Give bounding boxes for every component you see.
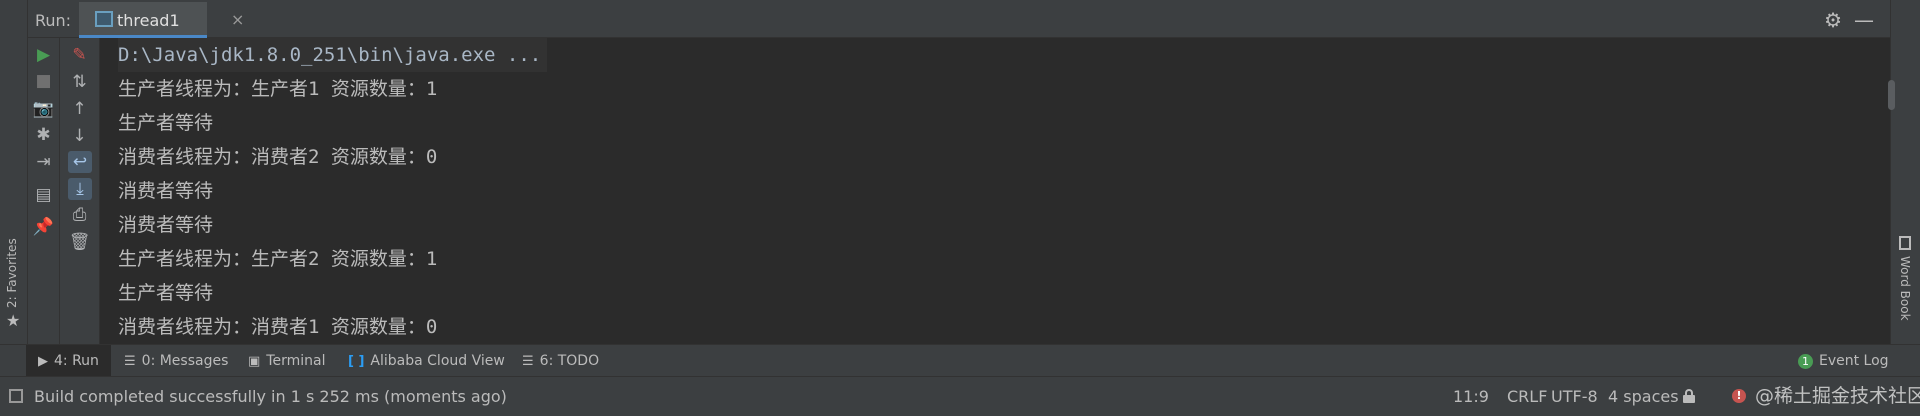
console-line: 消费者等待 xyxy=(118,180,214,202)
console-line: 生产者等待 xyxy=(118,112,214,134)
layout-icon[interactable]: ▤ xyxy=(28,184,59,206)
tool-tab-label: 6: TODO xyxy=(539,353,600,369)
minimize-icon[interactable]: — xyxy=(1854,8,1874,32)
favorites-tab[interactable]: 2: Favorites ★ xyxy=(3,236,25,330)
console-line: D:\Java\jdk1.8.0_251\bin\java.exe ... xyxy=(118,38,548,72)
play-icon: ▶ xyxy=(38,354,48,369)
console-output[interactable]: D:\Java\jdk1.8.0_251\bin\java.exe ... 生产… xyxy=(100,38,1895,344)
sort-icon[interactable]: ⇅ xyxy=(60,71,99,93)
run-label: Run: xyxy=(35,11,72,30)
word-book-tab[interactable]: Word Book xyxy=(1894,236,1916,332)
run-tab-label: thread1 xyxy=(117,11,180,30)
scroll-to-end-icon[interactable]: ⤓ xyxy=(68,178,92,200)
event-log-badge-icon: 1 xyxy=(1798,354,1813,369)
tool-tab-event-log[interactable]: 1 Event Log xyxy=(1798,345,1889,377)
clear-icon[interactable]: ✎ xyxy=(60,44,99,66)
run-window-header: Run: thread1 × ⚙ — xyxy=(28,0,1890,38)
terminal-icon: ▣ xyxy=(248,354,261,369)
favorites-label: 2: Favorites xyxy=(5,238,19,308)
right-tool-strip: Word Book xyxy=(1890,0,1920,344)
line-separator[interactable]: CRLF xyxy=(1507,387,1547,406)
alibaba-cloud-icon: [ ] xyxy=(348,354,365,369)
console-line: 消费者等待 xyxy=(118,214,214,236)
trash-icon[interactable]: 🗑 xyxy=(60,231,99,253)
pin-icon[interactable]: 📌 xyxy=(28,216,59,238)
error-icon[interactable]: ! xyxy=(1732,389,1746,403)
console-line: 生产者线程为：生产者2 资源数量：1 xyxy=(118,248,438,270)
run-toolbar-secondary: ✎ ⇅ ↑ ↓ ↩ ⤓ ⎙ 🗑 xyxy=(60,38,100,344)
status-message[interactable]: Build completed successfully in 1 s 252 … xyxy=(34,387,507,406)
stop-icon[interactable]: ■ xyxy=(28,70,59,92)
down-arrow-icon[interactable]: ↓ xyxy=(60,125,99,147)
tool-tab-label: 4: Run xyxy=(54,353,99,369)
caret-position[interactable]: 11:9 xyxy=(1453,387,1489,406)
console-line: 生产者等待 xyxy=(118,282,214,304)
star-icon: ★ xyxy=(6,311,21,330)
status-window-icon[interactable] xyxy=(9,389,23,403)
up-arrow-icon[interactable]: ↑ xyxy=(60,98,99,120)
word-book-label: Word Book xyxy=(1898,256,1912,321)
left-tool-strip: 2: Favorites ★ xyxy=(0,0,28,344)
tool-tab-run[interactable]: ▶ 4: Run xyxy=(26,345,111,377)
print-icon[interactable]: ⎙ xyxy=(60,204,99,226)
soft-wrap-icon[interactable]: ↩ xyxy=(68,151,92,173)
tool-tab-label: 0: Messages xyxy=(141,353,229,369)
todo-icon: ☰ xyxy=(522,354,534,369)
messages-icon: ☰ xyxy=(124,354,136,369)
console-line: 消费者线程为：消费者2 资源数量：0 xyxy=(118,146,438,168)
console-line: 消费者线程为：消费者1 资源数量：0 xyxy=(118,316,438,338)
tool-tab-terminal[interactable]: ▣ Terminal xyxy=(248,345,325,377)
tool-tab-todo[interactable]: ☰ 6: TODO xyxy=(522,345,599,377)
watermark: @稀土掘金技术社区 xyxy=(1755,385,1920,407)
camera-icon[interactable]: 📷 xyxy=(28,98,59,120)
tool-tab-alibaba-cloud-view[interactable]: [ ] Alibaba Cloud View xyxy=(348,345,505,377)
tool-tab-messages[interactable]: ☰ 0: Messages xyxy=(124,345,228,377)
indent-setting[interactable]: 4 spaces xyxy=(1608,387,1679,406)
console-icon xyxy=(95,11,113,27)
status-bar: Build completed successfully in 1 s 252 … xyxy=(0,376,1920,416)
tool-tab-label: Alibaba Cloud View xyxy=(370,353,505,369)
file-encoding[interactable]: UTF-8 xyxy=(1551,387,1598,406)
close-icon[interactable]: × xyxy=(231,10,244,29)
exit-icon[interactable]: ⇥ xyxy=(28,151,59,173)
tool-window-bar: ▶ 4: Run ☰ 0: Messages ▣ Terminal [ ] Alibab… xyxy=(0,344,1920,377)
debug-icon[interactable]: ✱ xyxy=(28,124,59,146)
run-toolbar-primary: ▶ ■ 📷 ✱ ⇥ ▤ 📌 xyxy=(28,38,60,344)
run-tab-thread1[interactable]: thread1 × xyxy=(79,2,244,38)
rerun-icon[interactable]: ▶ xyxy=(28,44,59,66)
lock-icon[interactable] xyxy=(1683,389,1695,403)
console-line: 生产者线程为：生产者1 资源数量：1 xyxy=(118,78,438,100)
book-icon xyxy=(1899,236,1911,250)
gear-icon[interactable]: ⚙ xyxy=(1824,8,1842,32)
tool-tab-label: Terminal xyxy=(266,353,326,369)
vertical-scrollbar[interactable] xyxy=(1888,80,1895,110)
tool-tab-label: Event Log xyxy=(1819,353,1889,369)
